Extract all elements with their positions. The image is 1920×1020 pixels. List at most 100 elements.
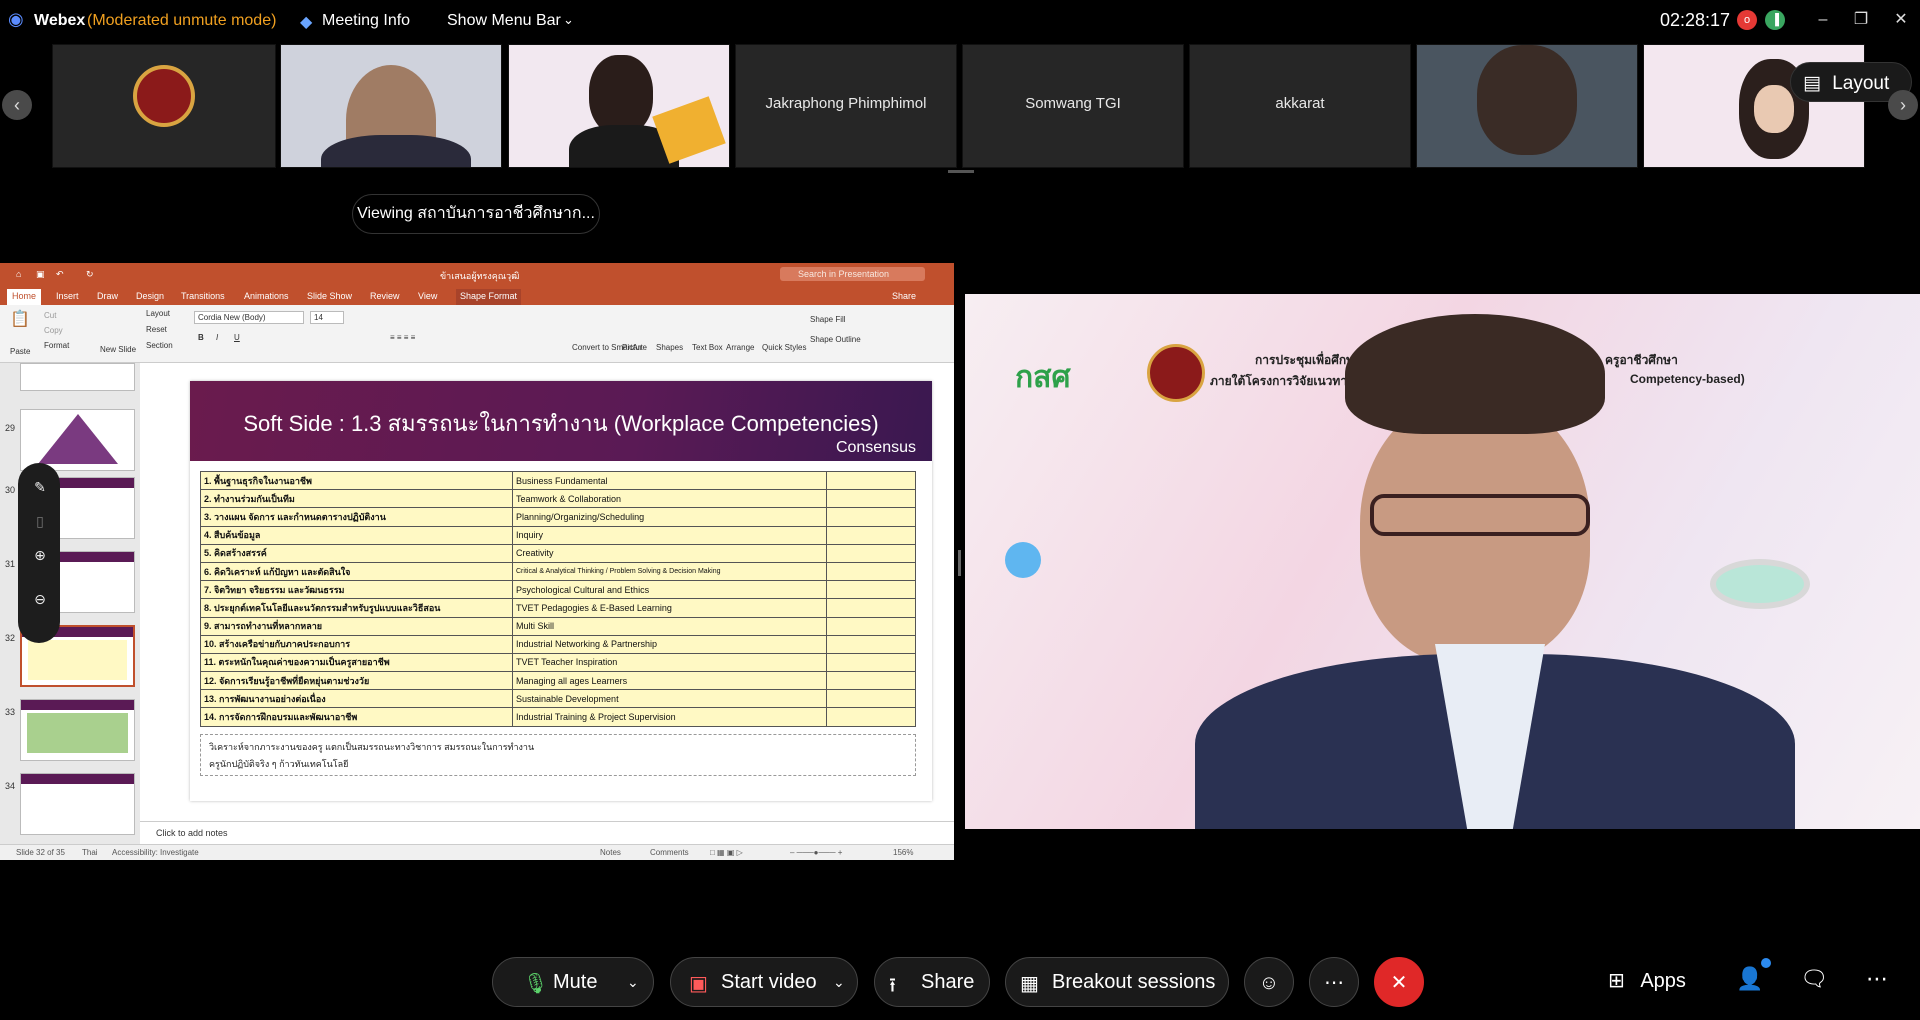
view-buttons-icon[interactable]: □ ▦ ▣ ▷ (710, 848, 743, 857)
notes-toggle[interactable]: Notes (600, 848, 621, 857)
home-icon[interactable]: ⌂ (16, 269, 21, 279)
tab-slide-show[interactable]: Slide Show (307, 291, 352, 301)
comments-toggle[interactable]: Comments (650, 848, 689, 857)
note-line: ครูนักปฏิบัติจริง ๆ ก้าวทันเทคโนโลยี (209, 759, 349, 769)
strip-prev-button[interactable]: ‹ (2, 90, 32, 120)
tab-home[interactable]: Home (7, 289, 42, 305)
bold-icon[interactable]: B (198, 333, 204, 342)
cut-button[interactable]: Cut (44, 311, 56, 320)
active-speaker-video[interactable]: กสศ การประชุมเพื่อศึกษาความ ครูอาชีวศึกษ… (965, 294, 1920, 829)
split-resize-handle[interactable] (958, 550, 961, 576)
paste-icon[interactable]: 📋 (10, 309, 30, 329)
participant-tile-logo[interactable] (52, 44, 276, 168)
ppt-status-bar: Slide 32 of 35 Thai Accessibility: Inves… (0, 844, 954, 860)
start-video-button[interactable]: ▣ Start video ⌄ (670, 957, 858, 1007)
tab-draw[interactable]: Draw (97, 291, 118, 301)
share-button[interactable]: ⭱ Share (874, 957, 990, 1007)
textbox-button[interactable]: Text Box (692, 343, 723, 352)
leave-meeting-button[interactable]: ✕ (1374, 957, 1424, 1007)
underline-icon[interactable]: U (234, 333, 240, 342)
table-cell-empty (826, 689, 916, 709)
eraser-icon[interactable]: ▯ (22, 503, 58, 539)
notes-pane[interactable]: Click to add notes (140, 821, 954, 843)
slide-canvas: Soft Side : 1.3 สมรรถนะในการทำงาน (Workp… (190, 381, 932, 801)
tab-insert[interactable]: Insert (56, 291, 79, 301)
chevron-down-icon[interactable]: ⌄ (563, 12, 574, 28)
tab-review[interactable]: Review (370, 291, 400, 301)
participants-button[interactable]: 👤 (1736, 966, 1763, 992)
copy-button[interactable]: Copy (44, 326, 63, 335)
reset-button[interactable]: Reset (146, 325, 167, 334)
zoom-in-icon[interactable]: ⊕ (22, 537, 58, 573)
zoom-slider[interactable]: – ───●─── + (790, 848, 842, 857)
paste-button[interactable]: Paste (10, 347, 30, 356)
quick-styles-button[interactable]: Quick Styles (762, 343, 806, 352)
strip-resize-handle[interactable] (948, 170, 974, 173)
chevron-down-icon[interactable]: ⌄ (627, 974, 639, 991)
redo-icon[interactable]: ↻ (86, 269, 94, 280)
save-icon[interactable]: ▣ (36, 269, 45, 280)
slide-thumbnails: 29 30 31 32 33 34 ✎ ▯ ⊕ ⊖ (0, 363, 140, 849)
show-menu-bar-button[interactable]: Show Menu Bar (447, 12, 561, 30)
chat-button[interactable]: 🗨 (1800, 966, 1828, 992)
more-options-button[interactable]: ⋯ (1309, 957, 1359, 1007)
align-icons[interactable]: ≡ ≡ ≡ ≡ (390, 333, 415, 342)
slide-textbox[interactable]: วิเคราะห์จากภาระงานของครู แตกเป็นสมรรถนะ… (200, 734, 916, 776)
close-icon[interactable]: ✕ (1886, 6, 1916, 34)
participant-tile-video[interactable] (1416, 44, 1638, 168)
participant-tile-video[interactable] (280, 44, 502, 168)
zoom-level[interactable]: 156% (893, 848, 913, 857)
italic-icon[interactable]: I (216, 333, 218, 342)
competency-thai: 6. คิดวิเคราะห์ แก้ปัญหา และตัดสินใจ (200, 561, 513, 582)
reactions-button[interactable]: ☺ (1244, 957, 1294, 1007)
font-size-select[interactable]: 14 (310, 311, 344, 324)
participants-icon: 👤 (1736, 966, 1764, 991)
record-icon[interactable]: o (1737, 10, 1757, 30)
tab-transitions[interactable]: Transitions (181, 291, 225, 301)
participant-body-image (321, 135, 471, 167)
more-panels-button[interactable]: ⋯ (1866, 966, 1888, 992)
participant-tile-akkarat[interactable]: akkarat (1189, 44, 1411, 168)
undo-icon[interactable]: ↶ (56, 269, 64, 280)
shape-outline-button[interactable]: Shape Outline (810, 335, 861, 344)
speaker-glasses-image (1370, 494, 1590, 536)
restore-icon[interactable]: ❐ (1846, 6, 1876, 34)
slide-thumbnail[interactable] (20, 773, 135, 835)
tab-animations[interactable]: Animations (244, 291, 289, 301)
tab-shape-format[interactable]: Shape Format (456, 289, 522, 305)
apps-button[interactable]: ⊞ Apps (1608, 968, 1686, 993)
mute-button[interactable]: 🎙 Mute ⌄ (492, 957, 654, 1007)
stats-icon[interactable]: ▐ (1765, 10, 1785, 30)
tab-design[interactable]: Design (136, 291, 164, 301)
section-menu[interactable]: Section (146, 341, 173, 350)
format-painter-button[interactable]: Format (44, 341, 69, 350)
strip-next-button[interactable]: › (1888, 90, 1918, 120)
participant-tile-jakraphong[interactable]: Jakraphong Phimphimol (735, 44, 957, 168)
chevron-down-icon[interactable]: ⌄ (833, 974, 845, 991)
accessibility-label[interactable]: Accessibility: Investigate (112, 848, 199, 857)
shapes-button[interactable]: Shapes (656, 343, 683, 352)
slide-thumbnail[interactable] (20, 699, 135, 761)
arrange-button[interactable]: Arrange (726, 343, 754, 352)
zoom-out-icon[interactable]: ⊖ (22, 581, 58, 617)
participant-tile-somwang[interactable]: Somwang TGI (962, 44, 1184, 168)
layout-menu[interactable]: Layout (146, 309, 170, 318)
participant-name: Somwang TGI (1025, 95, 1121, 112)
breakout-sessions-button[interactable]: ▦ Breakout sessions (1005, 957, 1229, 1007)
pen-icon[interactable]: ✎ (22, 469, 58, 505)
font-family-select[interactable]: Cordia New (Body) (194, 311, 304, 324)
shape-fill-button[interactable]: Shape Fill (810, 315, 846, 324)
competency-english: Teamwork & Collaboration (512, 489, 827, 509)
ppt-search-input[interactable]: Search in Presentation (780, 267, 925, 281)
participant-tile-video[interactable] (508, 44, 730, 168)
tab-view[interactable]: View (418, 291, 437, 301)
slide-thumbnail[interactable] (20, 409, 135, 471)
minimize-icon[interactable]: – (1808, 6, 1838, 34)
picture-button[interactable]: Picture (622, 343, 647, 352)
chat-icon: 🗨 (1800, 966, 1828, 991)
slide-thumbnail[interactable] (20, 363, 135, 391)
meeting-info-button[interactable]: Meeting Info (322, 12, 410, 30)
close-icon: ✕ (1390, 972, 1408, 994)
new-slide-button[interactable]: New Slide (100, 345, 136, 354)
ppt-share-button[interactable]: Share (892, 291, 916, 301)
